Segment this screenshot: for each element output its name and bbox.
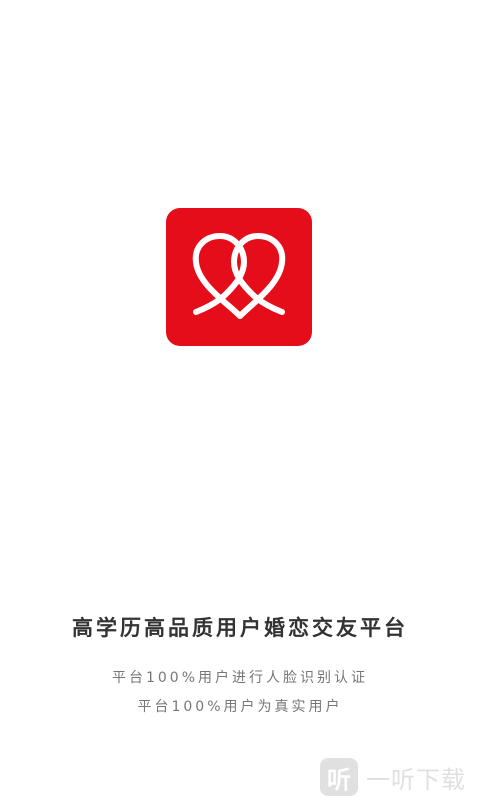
slogan-line-real-users: 平台100%用户为真实用户 [137,699,343,715]
app-logo [166,208,312,346]
slogan-line-face-verification: 平台100%用户进行人脸识别认证 [111,670,369,686]
knotted-heart-icon [192,233,286,319]
splash-screen: 高学历高品质用户婚恋交友平台 平台100%用户进行人脸识别认证 平台100%用户… [0,0,480,800]
slogan-title: 高学历高品质用户婚恋交友平台 [72,616,408,640]
watermark-badge: 听 [320,758,358,796]
watermark: 听 一听下载 [320,755,480,799]
watermark-text: 一听下载 [366,765,466,794]
